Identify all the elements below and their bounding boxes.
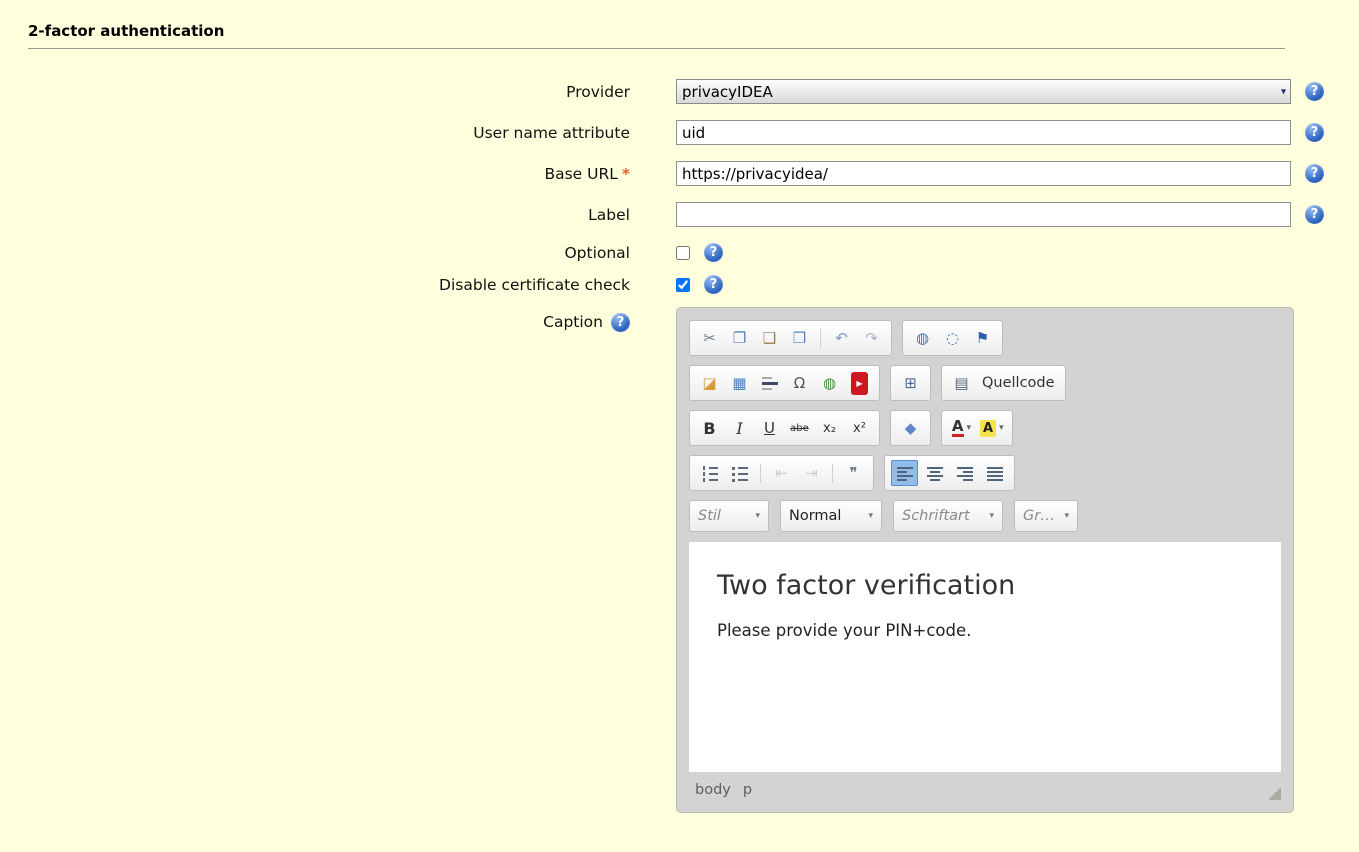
- image-icon[interactable]: ◪: [696, 370, 723, 396]
- provider-label: Provider: [0, 83, 630, 101]
- background-color-icon[interactable]: A▾: [978, 415, 1006, 441]
- disable-cert-label: Disable certificate check: [0, 276, 630, 294]
- header-divider: [28, 48, 1285, 49]
- element-path: bodyp: [695, 782, 752, 798]
- table-icon[interactable]: ▦: [726, 370, 753, 396]
- toolbar-separator: [832, 464, 833, 483]
- toolbar-group: ◍◌⚑: [902, 320, 1003, 356]
- toolbar-group: ◪▦ Ω◍▶: [689, 365, 880, 401]
- element-path-item[interactable]: body: [695, 782, 731, 798]
- horizontal-rule-icon[interactable]: [756, 370, 783, 396]
- editor-combo-row: Stil▾ Normal▾ Schriftart▾ Gr…▾: [689, 500, 1281, 532]
- align-right-icon[interactable]: [951, 460, 978, 486]
- required-marker: *: [622, 165, 630, 183]
- iframe-globe-icon[interactable]: ◍: [816, 370, 843, 396]
- source-icon[interactable]: ▤: [948, 370, 975, 396]
- resize-handle-icon[interactable]: [1268, 787, 1281, 800]
- disable-cert-row: Disable certificate check ?: [0, 275, 1359, 294]
- disable-cert-checkbox[interactable]: [676, 278, 690, 292]
- underline-icon[interactable]: U: [756, 415, 783, 441]
- outdent-icon: ⇤: [768, 460, 795, 486]
- video-icon[interactable]: ▶: [846, 370, 873, 396]
- align-left-icon[interactable]: [891, 460, 918, 486]
- subscript-icon[interactable]: x₂: [816, 415, 843, 441]
- anchor-flag-icon[interactable]: ⚑: [969, 325, 996, 351]
- toolbar-group: ◆: [890, 410, 931, 446]
- caption-rich-text-editor: ✂❐❑❒↶↷◍◌⚑◪▦Ω◍▶⊞▤QuellcodeBIUabex₂x²◆A▾A▾…: [676, 307, 1294, 813]
- strikethrough-icon[interactable]: abe: [786, 415, 813, 441]
- help-icon-base-url[interactable]: ?: [1305, 164, 1324, 183]
- optional-checkbox[interactable]: [676, 246, 690, 260]
- format-combo[interactable]: Normal▾: [780, 500, 882, 532]
- username-attribute-row: User name attribute ?: [0, 120, 1359, 145]
- editor-content-heading: Two factor verification: [717, 570, 1253, 601]
- base-url-label: Base URL: [544, 165, 617, 183]
- editor-content[interactable]: Two factor verification Please provide y…: [689, 542, 1281, 772]
- source-button-label[interactable]: Quellcode: [978, 375, 1059, 391]
- toolbar-separator: [760, 464, 761, 483]
- special-character-icon[interactable]: Ω: [786, 370, 813, 396]
- username-attribute-label: User name attribute: [0, 124, 630, 142]
- help-icon-caption[interactable]: ?: [611, 313, 630, 332]
- toolbar-group: ▤Quellcode: [941, 365, 1066, 401]
- provider-select[interactable]: privacyIDEA: [676, 79, 1291, 104]
- toolbar-group: [884, 455, 1015, 491]
- two-factor-form: Provider privacyIDEA ? User name attribu…: [0, 79, 1359, 813]
- copy-icon[interactable]: ❐: [726, 325, 753, 351]
- toolbar-group: A▾A▾: [941, 410, 1013, 446]
- toolbar-group: BIUabex₂x²: [689, 410, 880, 446]
- size-combo[interactable]: Gr…▾: [1014, 500, 1078, 532]
- unlink-icon[interactable]: ◌: [939, 325, 966, 351]
- element-path-item[interactable]: p: [743, 782, 752, 798]
- toolbar-separator: [820, 329, 821, 348]
- page-title: 2-factor authentication: [0, 0, 1359, 40]
- editor-statusbar: bodyp: [689, 772, 1281, 800]
- cut-icon[interactable]: ✂: [696, 325, 723, 351]
- superscript-icon[interactable]: x²: [846, 415, 873, 441]
- provider-row: Provider privacyIDEA ?: [0, 79, 1359, 104]
- provider-select-wrap: privacyIDEA: [676, 79, 1291, 104]
- link-icon[interactable]: ◍: [909, 325, 936, 351]
- help-icon-provider[interactable]: ?: [1305, 82, 1324, 101]
- caption-row: Caption? ✂❐❑❒↶↷◍◌⚑◪▦Ω◍▶⊞▤QuellcodeBIUabe…: [0, 307, 1359, 813]
- undo-icon[interactable]: ↶: [828, 325, 855, 351]
- help-icon-username-attribute[interactable]: ?: [1305, 123, 1324, 142]
- bulleted-list-icon[interactable]: [726, 460, 753, 486]
- numbered-list-icon[interactable]: [696, 460, 723, 486]
- paste-icon[interactable]: ❑: [756, 325, 783, 351]
- label-input[interactable]: [676, 202, 1291, 227]
- username-attribute-input[interactable]: [676, 120, 1291, 145]
- label-row: Label ?: [0, 202, 1359, 227]
- remove-format-icon[interactable]: ◆: [897, 415, 924, 441]
- toolbar-group: ⊞: [890, 365, 931, 401]
- label-field-label: Label: [0, 206, 630, 224]
- paste-from-word-icon[interactable]: ❒: [786, 325, 813, 351]
- editor-toolbar: ✂❐❑❒↶↷◍◌⚑◪▦Ω◍▶⊞▤QuellcodeBIUabex₂x²◆A▾A▾…: [689, 320, 1281, 491]
- blockquote-icon[interactable]: ❞: [840, 460, 867, 486]
- help-icon-disable-cert[interactable]: ?: [704, 275, 723, 294]
- toolbar-group: ✂❐❑❒ ↶↷: [689, 320, 892, 356]
- font-combo[interactable]: Schriftart▾: [893, 500, 1003, 532]
- help-icon-optional[interactable]: ?: [704, 243, 723, 262]
- indent-icon: ⇥: [798, 460, 825, 486]
- optional-label: Optional: [0, 244, 630, 262]
- optional-row: Optional ?: [0, 243, 1359, 262]
- base-url-input[interactable]: [676, 161, 1291, 186]
- redo-icon[interactable]: ↷: [858, 325, 885, 351]
- two-factor-settings-page: 2-factor authentication Provider privacy…: [0, 0, 1359, 852]
- editor-content-paragraph: Please provide your PIN+code.: [717, 621, 1253, 640]
- caption-label: Caption: [543, 313, 603, 331]
- align-center-icon[interactable]: [921, 460, 948, 486]
- text-color-icon[interactable]: A▾: [948, 415, 975, 441]
- base-url-row: Base URL * ?: [0, 161, 1359, 186]
- bold-icon[interactable]: B: [696, 415, 723, 441]
- styles-combo[interactable]: Stil▾: [689, 500, 769, 532]
- toolbar-group: ⇤⇥ ❞: [689, 455, 874, 491]
- help-icon-label[interactable]: ?: [1305, 205, 1324, 224]
- italic-icon[interactable]: I: [726, 415, 753, 441]
- align-justify-icon[interactable]: [981, 460, 1008, 486]
- maximize-icon[interactable]: ⊞: [897, 370, 924, 396]
